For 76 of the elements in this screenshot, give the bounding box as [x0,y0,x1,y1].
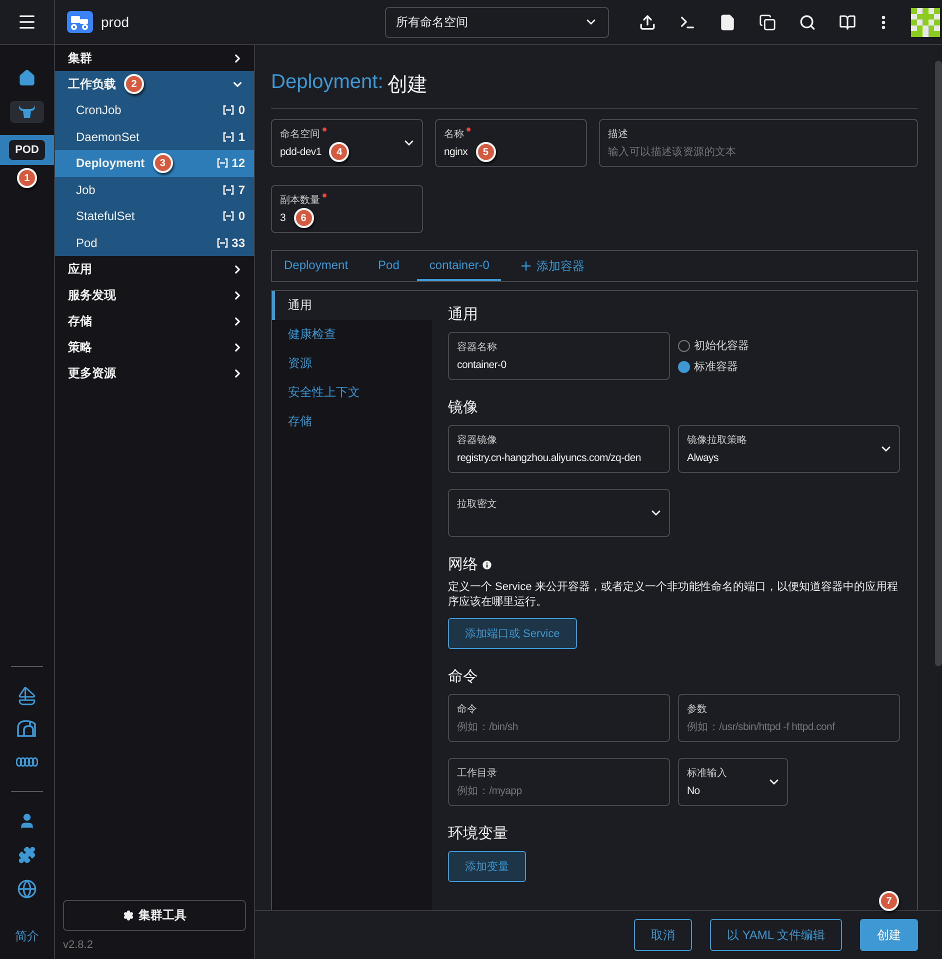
section-heading: 命令 [448,667,478,686]
step-badge: 5 [476,142,496,162]
input-field[interactable]: 容器名称 container-0 [448,332,670,380]
dropdown[interactable]: 标准输入 No [678,758,788,806]
side-tab[interactable]: 健康检查 [272,320,432,349]
step-badge: 2 [124,74,144,94]
tab[interactable]: container-0 [417,251,502,281]
step-badge: 1 [17,168,37,188]
scrollbar[interactable] [935,61,942,666]
logo-icon [67,11,93,33]
section-heading: 镜像 [448,398,478,417]
tab[interactable]: Deployment [284,251,360,281]
section-heading: 环境变量 [448,824,508,843]
input-field[interactable]: 命令 例如：/bin/sh [448,694,670,742]
nav-item[interactable]: Job 7 [55,176,254,203]
nav-item[interactable]: CronJob 0 [55,97,254,124]
version-label: v2.8.2 [63,939,94,951]
side-tab[interactable]: 安全性上下文 [272,378,432,407]
section-heading: 网络 [448,555,478,574]
input-field[interactable]: 名称 nginx 5 [435,119,587,167]
bracket-icon [216,238,228,248]
step-badge: 6 [294,208,314,228]
plus-icon [519,259,534,273]
nav-item[interactable]: DaemonSet 1 [55,124,254,150]
add-button[interactable]: 添加端口或 Service [448,618,577,649]
about-link[interactable]: 简介 [15,928,39,945]
dropdown[interactable]: 镜像拉取策略 Always [678,425,900,473]
tab[interactable]: Pod [378,251,412,281]
cluster-item[interactable]: POD [0,135,54,165]
dropdown[interactable]: 拉取密文 [448,489,670,537]
nav-item[interactable]: Pod 33 [55,230,254,256]
radio-label: 初始化容器 [694,338,749,353]
input-field[interactable]: 描述 输入可以描述该资源的文本 [599,119,918,167]
cluster-button[interactable] [10,101,44,123]
side-tab[interactable]: 通用 [272,291,432,320]
nav-group[interactable]: 工作负载 2 [55,71,254,97]
nav-group[interactable]: 服务发现 [55,282,254,308]
nav-group[interactable]: 策略 [55,334,254,360]
radio-button[interactable] [678,360,690,372]
radio-label: 标准容器 [694,360,738,374]
tunnel-icon[interactable] [16,718,38,738]
section-heading: 通用 [448,305,478,324]
nav-group[interactable]: 集群 [55,45,254,71]
nav-group[interactable]: 更多资源 [55,360,254,386]
bracket-icon [223,132,234,142]
secondary-button[interactable]: 取消 [634,919,692,951]
bracket-icon [223,105,234,116]
radio-button[interactable] [678,340,690,352]
input-field[interactable]: 副本数量 3 6 [271,185,423,233]
bull-icon [18,104,36,120]
nav-item[interactable]: Deployment 3 12 [55,150,254,176]
step-badge: 4 [329,142,350,162]
namespace-select[interactable]: 所有命名空间 [385,6,609,38]
add-container-button[interactable]: 添加容器 [519,251,584,281]
side-tab[interactable]: 存储 [272,407,432,436]
section-description: 定义一个 Service 来公开容器，或者定义一个非功能性命名的端口，以便知道容器中的应用程序应该在哪里运行。 [448,580,899,610]
input-field[interactable]: 工作目录 例如：/myapp [448,758,670,806]
input-field[interactable]: 参数 例如：/usr/sbin/httpd -f httpd.conf [678,694,900,742]
step-badge: 7 [879,891,899,911]
input-field[interactable]: 容器镜像 registry.cn-hangzhou.aliyuncs.com/zq-den [448,425,670,473]
add-button[interactable]: 添加变量 [448,851,526,882]
step-badge: 3 [152,153,173,174]
app-title: prod [101,14,130,30]
nav-item[interactable]: StatefulSet 0 [55,203,254,230]
nav-group[interactable]: 应用 [55,256,254,282]
nav-group[interactable]: 存储 [55,308,254,334]
cluster-tools-button[interactable]: 集群工具 [63,900,246,931]
dropdown[interactable]: 命名空间 pdd-dev1 4 [271,119,423,167]
bracket-icon [223,211,234,222]
page-title: Deployment: 创建 [271,65,918,109]
bracket-icon [216,158,228,168]
side-tab[interactable]: 资源 [272,349,432,378]
bracket-icon [223,184,234,195]
secondary-button[interactable]: 以 YAML 文件编辑 [710,919,842,951]
gear-icon [122,910,134,921]
chain-icon[interactable] [16,756,38,768]
